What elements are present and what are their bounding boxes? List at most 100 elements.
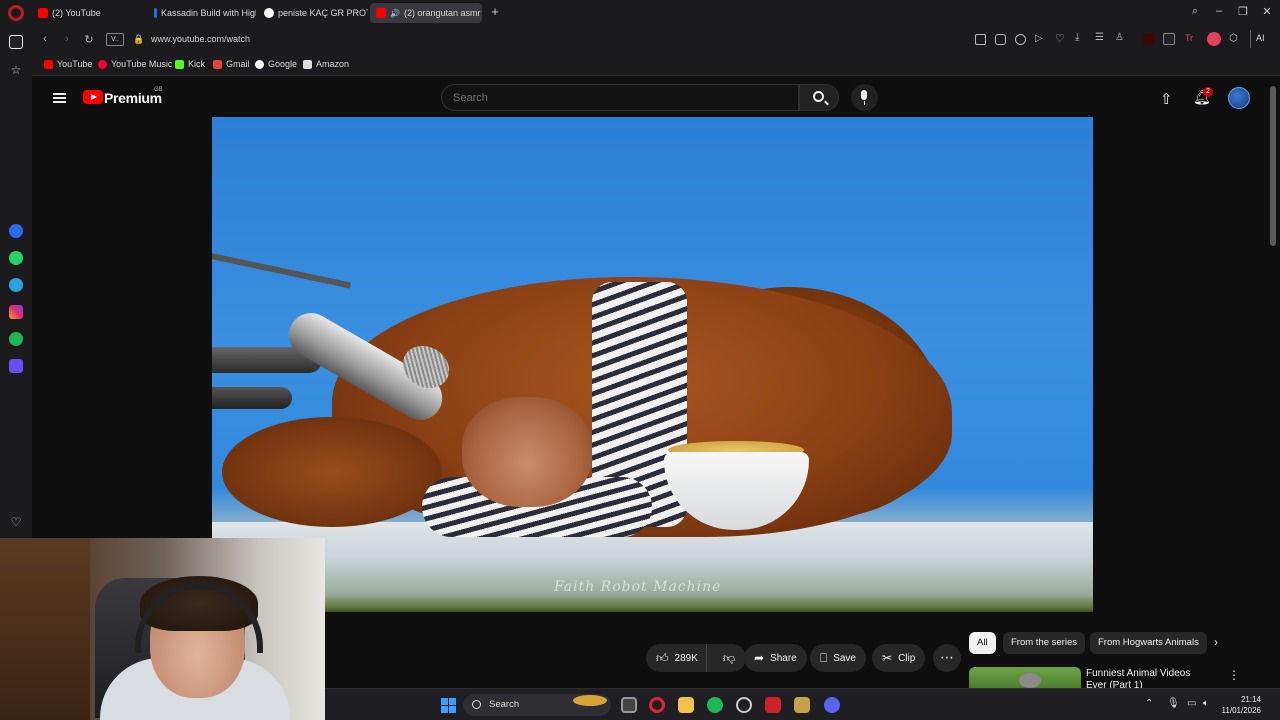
steam-icon[interactable] [736,697,752,713]
back-button[interactable]: ‹ [38,33,52,45]
bookmark-gmail[interactable]: Gmail [213,59,250,69]
avatar[interactable] [1228,87,1250,109]
league-client-icon[interactable] [794,697,810,713]
more-actions-button[interactable]: ⋯ [933,644,961,672]
clip-button[interactable]: ✂ Clip [872,644,926,672]
bookmark-amazon[interactable]: Amazon [303,59,349,69]
video-player[interactable]: Faith Robot Machine [212,117,1093,612]
extensions-cube-icon[interactable]: ⬡ [1229,33,1241,45]
youtube-logo-icon[interactable] [83,90,103,104]
whatsapp-icon[interactable] [9,251,23,265]
region-code: GB [154,87,163,93]
bookmark-kick[interactable]: Kick [175,59,205,69]
spotify-taskbar-icon[interactable] [707,697,723,713]
volume-icon[interactable]: 🔈︎ [1203,698,1209,709]
chevron-right-icon[interactable]: › [1214,635,1218,649]
close-window-button[interactable]: ✕ [1259,5,1275,18]
heart-outline-icon[interactable]: ♡ [1055,32,1065,45]
microphone-tray-icon[interactable]: 🎙︎ [1167,698,1180,709]
tab-label: Kassadin Build with Highe [161,8,256,18]
thumbs-up-icon: 👍︎ [656,650,669,665]
chip-all[interactable]: All [969,632,996,654]
bookmark-youtube-music[interactable]: YouTube Music [98,59,172,69]
forward-button[interactable]: › [60,33,74,45]
bookmarks-bar: YouTube YouTube Music Kick Gmail Google … [32,54,1280,76]
extension-icon[interactable] [1207,32,1221,46]
divider [1250,30,1251,48]
instagram-icon[interactable] [9,305,23,319]
related-video-thumbnail[interactable] [969,667,1081,688]
player-icon[interactable] [9,359,23,373]
extension-icon[interactable]: Tr [1185,33,1197,45]
menu-lines-icon[interactable]: ☰ [1095,32,1104,43]
tab-search-icon[interactable]: ⌕ [1187,5,1203,18]
play-icon[interactable]: ▷ [1035,33,1043,44]
menu-icon[interactable] [53,93,66,103]
like-dislike-bar: 👍︎ 289K 👎︎ [646,644,746,672]
task-view-icon[interactable] [621,697,637,713]
search-highlight-icon [573,695,607,706]
download-icon[interactable]: ⤓ [1075,32,1079,43]
lock-icon[interactable]: 🔒 [133,34,144,45]
vpn-badge[interactable]: V.. [106,33,124,46]
opera-logo-icon[interactable] [8,5,24,21]
app-taskbar-icon[interactable] [765,697,781,713]
shield-icon[interactable] [1015,34,1026,45]
star-icon[interactable]: ☆ [9,63,23,77]
tab-label: (2) YouTube [52,8,101,18]
search-input[interactable] [441,84,799,111]
share-button[interactable]: ➦ Share [744,644,807,672]
tab-label: peniste KAÇ GR PROTEIN [278,8,368,18]
maximize-button[interactable]: ❐ [1235,5,1251,18]
ai-button[interactable]: AI [1256,33,1265,43]
chip-from-series[interactable]: From the series [1003,632,1085,654]
tab-orangutan-asmr[interactable]: 🔊 (2) orangutan asmr | © [370,3,482,23]
minimize-button[interactable]: – [1211,5,1227,17]
discord-icon[interactable] [824,697,840,713]
home-icon[interactable] [9,35,23,49]
upload-icon[interactable]: ⇧ [1160,90,1173,108]
windows-start-icon[interactable] [441,698,456,713]
camera-icon[interactable] [995,34,1006,45]
profile-icon[interactable]: ♙ [1115,32,1124,43]
bookmark-google[interactable]: Google [255,59,297,69]
audio-playing-icon[interactable]: 🔊 [390,9,400,18]
telegram-icon[interactable] [9,278,23,292]
opera-taskbar-icon[interactable] [649,697,665,713]
chip-from-hogwarts-animals[interactable]: From Hogwarts Animals [1090,632,1207,654]
notification-badge: 2 [1203,87,1213,97]
url-text[interactable]: www.youtube.com/watch [151,34,250,44]
search-button[interactable] [799,84,839,111]
save-button[interactable]: ⎕ Save [810,644,866,672]
like-button[interactable]: 👍︎ 289K [646,644,707,672]
video-watermark: Faith Robot Machine [554,579,722,595]
tray-chevron-icon[interactable]: ⌃ [1145,698,1153,709]
system-clock[interactable]: 21:14 11/01/2026 [1213,694,1261,716]
voice-search-button[interactable] [851,84,878,111]
related-video-title[interactable]: Funniest Animal Videos Ever (Part 1) [1086,668,1206,688]
kick-icon [175,59,184,69]
bookmark-label: Google [268,59,298,69]
reload-button[interactable]: ↻ [82,33,96,46]
video-mic-stand [212,251,351,289]
webcam-overlay [0,538,325,720]
messenger-icon[interactable] [9,224,23,238]
tab-kassadin[interactable]: Kassadin Build with Highe [148,3,256,23]
youtube-favicon-icon [38,8,48,18]
tab-youtube[interactable]: (2) YouTube [32,3,144,23]
heart-icon[interactable]: ♡ [9,515,23,529]
spotify-icon[interactable] [9,332,23,346]
page-scrollbar[interactable] [1270,86,1276,246]
video-orangutan-arm [222,417,442,527]
edit-icon[interactable] [975,34,986,45]
youtube-favicon-icon [376,8,386,18]
kebab-menu-icon[interactable]: ⋮ [1228,668,1240,682]
tab-google-search[interactable]: peniste KAÇ GR PROTEIN [258,3,368,23]
extension-icon[interactable] [1163,33,1175,45]
file-explorer-icon[interactable] [678,697,694,713]
extension-icon[interactable] [1143,33,1155,45]
bookmark-youtube[interactable]: YouTube [44,59,92,69]
dislike-button[interactable]: 👎︎ [713,644,745,672]
new-tab-button[interactable]: + [488,5,502,19]
network-icon[interactable]: ▭ [1187,698,1196,709]
